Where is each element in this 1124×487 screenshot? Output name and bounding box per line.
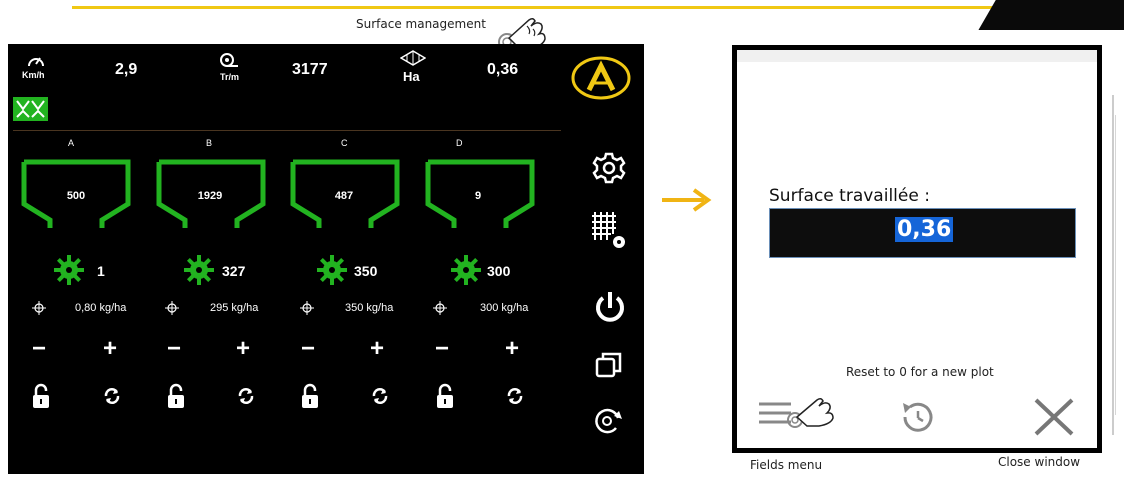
surface-value-text[interactable]: 0,36 (895, 217, 954, 242)
hopper-c-value: 487 (334, 190, 354, 202)
unlock-icon[interactable] (300, 383, 320, 409)
reset-icon[interactable] (897, 397, 939, 437)
power-icon[interactable] (593, 290, 627, 326)
hopper-d-label: D (456, 138, 463, 148)
target-icon (300, 301, 314, 315)
seed-mode-icon[interactable] (13, 97, 48, 121)
hopper-a-plus-button[interactable]: + (103, 337, 117, 361)
speedometer-icon (28, 57, 44, 67)
brand-logo[interactable] (571, 56, 631, 100)
hopper-a-minus-button[interactable]: − (32, 337, 46, 361)
hand-pointer-icon (787, 397, 834, 428)
hopper-c-plus-button[interactable]: + (370, 337, 384, 361)
hopper-d-minus-button[interactable]: − (435, 337, 449, 361)
refresh-icon[interactable] (505, 386, 525, 406)
unlock-icon[interactable] (31, 383, 51, 409)
top-accent-line (72, 6, 1002, 9)
windows-icon[interactable] (594, 350, 624, 380)
speed-value: 2,9 (115, 61, 138, 78)
hopper-d-rate[interactable]: 300 kg/ha (480, 302, 528, 314)
rpm-unit: Tr/m (220, 72, 240, 82)
surface-management-label: Surface management (356, 17, 486, 31)
dialog-header (737, 50, 1097, 62)
speed-unit: Km/h (22, 70, 45, 80)
close-icon[interactable] (1033, 397, 1075, 437)
metering-gear-icon (451, 255, 481, 285)
hopper-b-rate[interactable]: 295 kg/ha (210, 302, 258, 314)
hopper-d-value: 9 (474, 190, 482, 202)
hopper-d-plus-button[interactable]: + (505, 337, 519, 361)
rpm-value: 3177 (292, 61, 328, 78)
surface-field-label: Surface travaillée : (769, 186, 930, 206)
hopper-c-minus-button[interactable]: − (301, 337, 315, 361)
hopper-b-value: 1929 (197, 190, 223, 202)
side-fine-print (1112, 95, 1116, 435)
hopper-a-value: 500 (66, 190, 86, 202)
unlock-icon[interactable] (166, 383, 186, 409)
hopper-b-count: 327 (222, 263, 246, 279)
arrow-right-icon (662, 188, 712, 212)
area-unit: Ha (403, 69, 420, 84)
hopper-b-plus-button[interactable]: + (236, 337, 250, 361)
hopper-d-count: 300 (487, 263, 511, 279)
refresh-icon[interactable] (236, 386, 256, 406)
fields-menu-label: Fields menu (750, 458, 823, 472)
metering-gear-icon (54, 255, 84, 285)
refresh-icon[interactable] (370, 386, 390, 406)
hopper-a-count: 1 (97, 263, 105, 279)
metering-gear-icon (184, 255, 214, 285)
metering-gear-icon (317, 255, 347, 285)
hopper-c-label: C (341, 138, 348, 148)
rpm-icon (220, 53, 238, 67)
hopper-a-label: A (68, 138, 75, 148)
corner-decoration (978, 0, 1124, 30)
target-icon (32, 301, 46, 315)
refresh-icon[interactable] (102, 386, 122, 406)
target-icon (165, 301, 179, 315)
calibration-icon[interactable] (591, 208, 627, 250)
target-icon (433, 301, 447, 315)
gear-icon[interactable] (591, 150, 627, 186)
hopper-c-rate[interactable]: 350 kg/ha (345, 302, 393, 314)
hopper-b-minus-button[interactable]: − (167, 337, 181, 361)
unlock-icon[interactable] (435, 383, 455, 409)
divider (13, 130, 561, 131)
close-window-label: Close window (998, 455, 1081, 469)
reset-hint: Reset to 0 for a new plot (846, 365, 994, 379)
area-value: 0,36 (487, 61, 519, 78)
rotate-icon[interactable] (592, 406, 626, 436)
hopper-c-count: 350 (354, 263, 378, 279)
hopper-b-label: B (206, 138, 213, 148)
area-icon (400, 50, 426, 66)
hopper-a-rate[interactable]: 0,80 kg/ha (75, 302, 126, 314)
